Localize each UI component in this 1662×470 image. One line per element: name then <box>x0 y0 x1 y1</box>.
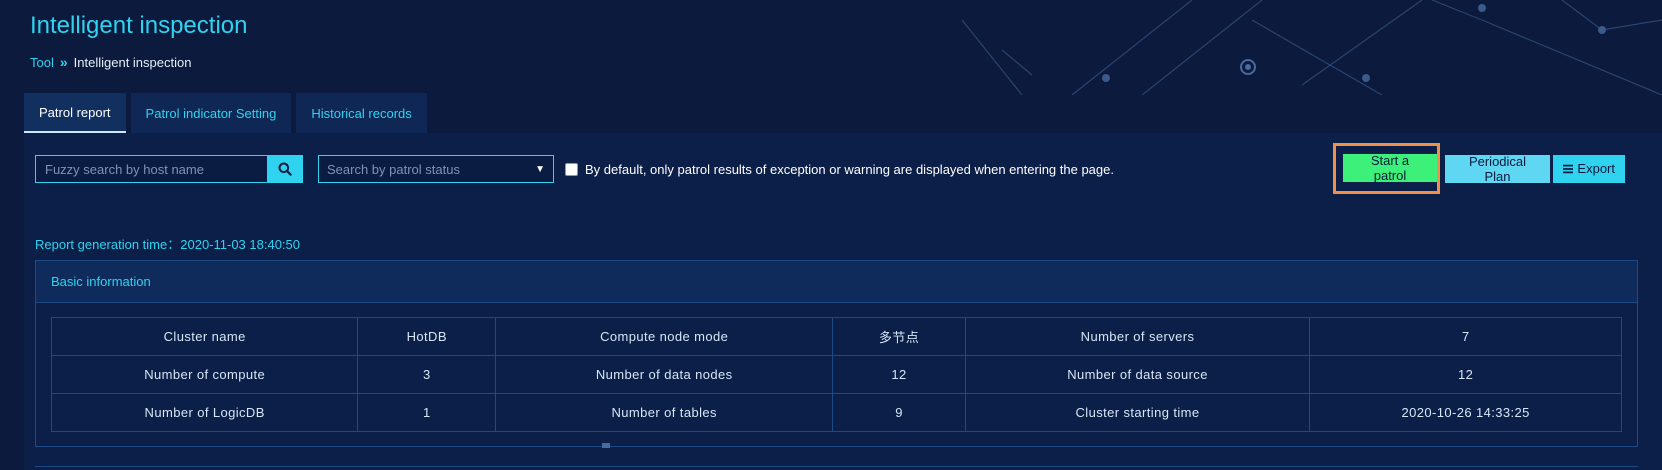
tab-bar: Patrol report Patrol indicator Setting H… <box>24 93 427 133</box>
patrol-status-placeholder: Search by patrol status <box>327 161 460 177</box>
table-cell: 2020-10-26 14:33:25 <box>1309 393 1622 432</box>
search-icon <box>278 162 292 176</box>
table-cell: Number of LogicDB <box>50 393 359 432</box>
page-title: Intelligent inspection <box>30 12 248 39</box>
patrol-status-select[interactable]: Search by patrol status ▼ <box>318 155 554 183</box>
table-cell: Cluster starting time <box>964 393 1311 432</box>
basic-information-card: Basic information Cluster name HotDB Com… <box>35 260 1638 447</box>
table-cell: HotDB <box>357 317 497 356</box>
table-cell: Number of compute <box>50 355 359 394</box>
table-cell: 12 <box>832 355 966 394</box>
table-cell: 12 <box>1309 355 1622 394</box>
start-patrol-button[interactable]: Start a patrol <box>1343 153 1437 183</box>
table-cell: 多节点 <box>832 317 966 356</box>
table-cell: Cluster name <box>50 317 359 356</box>
report-generation-time: Report generation time：2020-11-03 18:40:… <box>35 234 300 253</box>
table-cell: 1 <box>357 393 497 432</box>
default-filter-option: By default, only patrol results of excep… <box>565 162 1114 177</box>
action-buttons: Start a patrol Periodical Plan Export <box>1333 143 1625 194</box>
search-button[interactable] <box>267 156 302 182</box>
card-title: Basic information <box>36 261 1637 303</box>
table-row: Cluster name HotDB Compute node mode 多节点… <box>50 317 1622 356</box>
host-search-input[interactable] <box>36 156 267 182</box>
tab-historical-records[interactable]: Historical records <box>296 93 427 133</box>
resize-handle[interactable] <box>602 443 610 448</box>
next-section-border <box>35 466 1638 467</box>
table-cell: Number of data nodes <box>495 355 834 394</box>
circuit-decoration <box>962 0 1662 95</box>
caret-down-icon: ▼ <box>535 163 545 175</box>
export-button[interactable]: Export <box>1553 154 1625 183</box>
table-cell: 7 <box>1309 317 1622 356</box>
breadcrumb-link-tool[interactable]: Tool <box>30 55 54 70</box>
export-label: Export <box>1577 161 1615 176</box>
periodical-plan-button[interactable]: Periodical Plan <box>1445 154 1550 184</box>
host-search <box>35 155 303 183</box>
list-icon <box>1563 164 1574 173</box>
breadcrumb: Tool » Intelligent inspection <box>30 54 191 70</box>
start-patrol-highlight: Start a patrol <box>1333 143 1440 194</box>
default-filter-checkbox[interactable] <box>565 162 578 176</box>
filter-toolbar: Search by patrol status ▼ By default, on… <box>35 155 1114 183</box>
report-time-label: Report generation time： <box>35 237 181 252</box>
table-cell: Compute node mode <box>495 317 834 356</box>
default-filter-label: By default, only patrol results of excep… <box>585 161 1114 177</box>
table-row: Number of LogicDB 1 Number of tables 9 C… <box>50 393 1622 432</box>
tab-patrol-report[interactable]: Patrol report <box>24 93 126 133</box>
table-cell: Number of servers <box>964 317 1311 356</box>
report-time-value: 2020-11-03 18:40:50 <box>180 237 300 252</box>
basic-information-table: Cluster name HotDB Compute node mode 多节点… <box>50 317 1622 432</box>
table-row: Number of compute 3 Number of data nodes… <box>50 355 1622 394</box>
breadcrumb-current: Intelligent inspection <box>73 54 192 70</box>
breadcrumb-separator-icon: » <box>59 54 68 70</box>
tab-patrol-indicator-setting[interactable]: Patrol indicator Setting <box>130 93 292 133</box>
table-cell: Number of tables <box>495 393 834 432</box>
table-cell: 9 <box>832 393 966 432</box>
table-cell: 3 <box>357 355 497 394</box>
table-cell: Number of data source <box>964 355 1311 394</box>
